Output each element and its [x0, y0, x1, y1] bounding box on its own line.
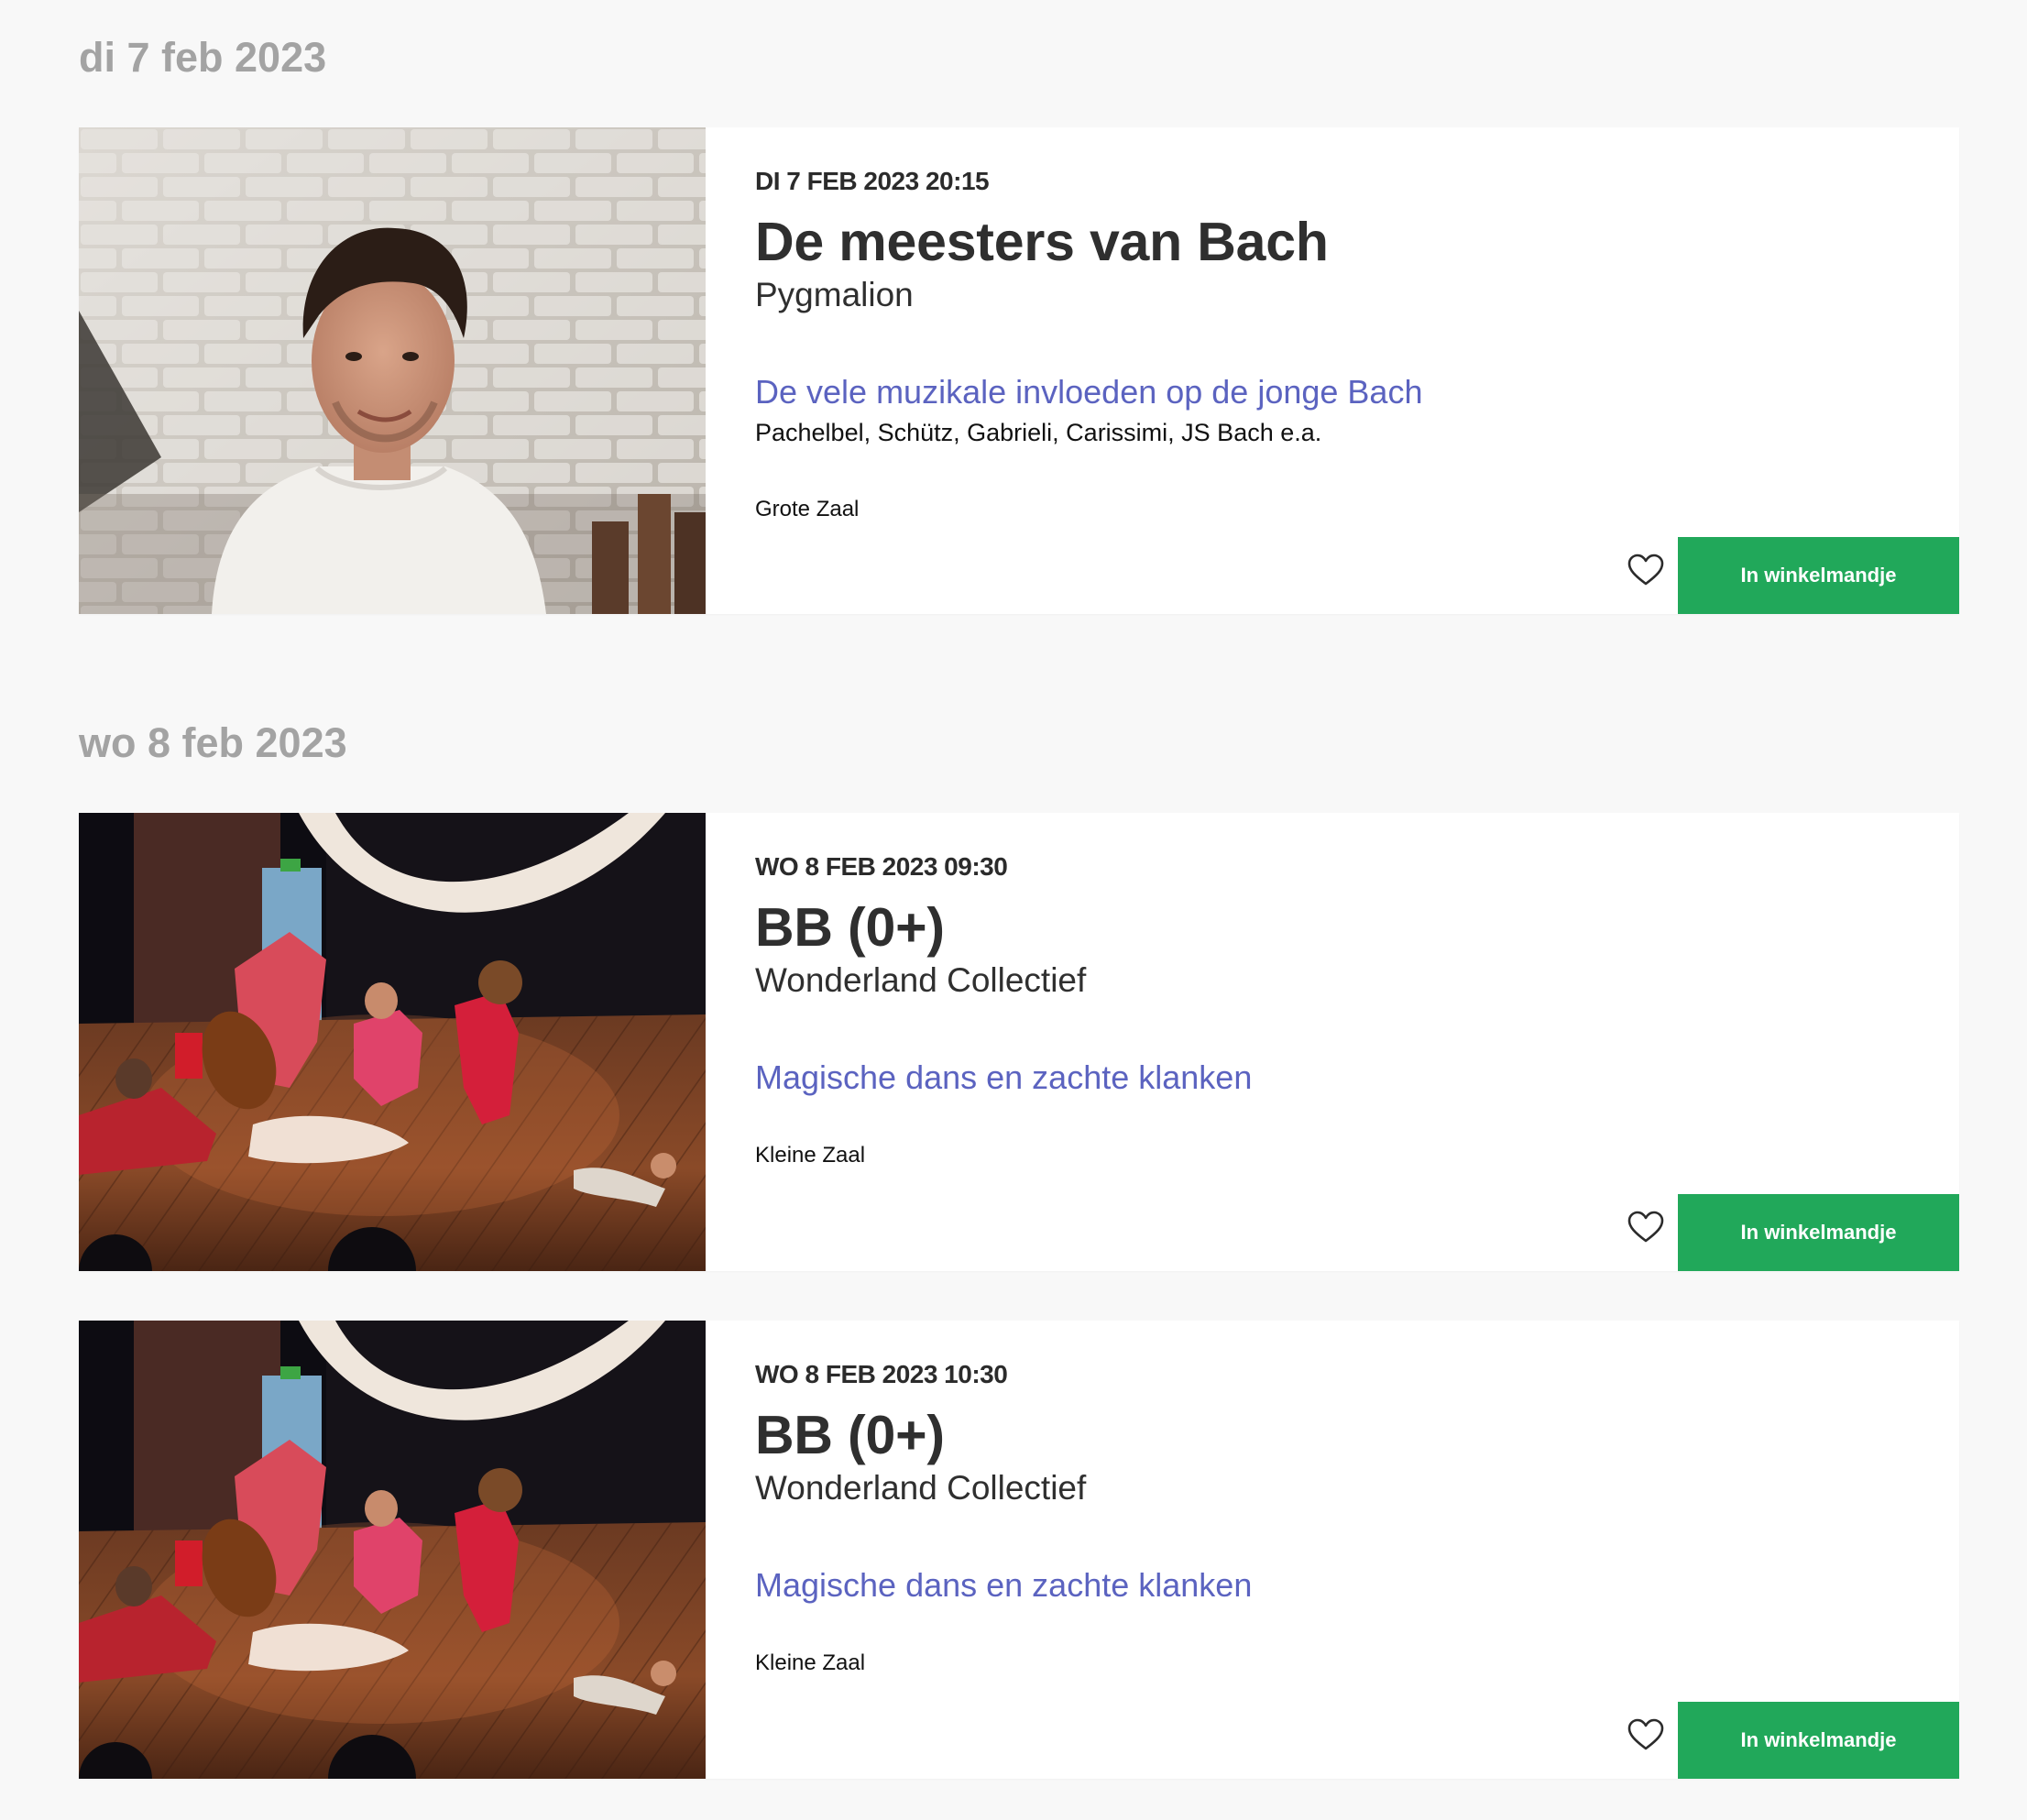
event-tagline[interactable]: Magische dans en zachte klanken [755, 1566, 1252, 1605]
heart-outline-icon [1627, 1718, 1664, 1750]
event-title[interactable]: De meesters van Bach [755, 211, 1329, 273]
event-performer: Pygmalion [755, 276, 914, 313]
event-datetime: DI 7 FEB 2023 20:15 [755, 167, 990, 195]
stage-performance-photo [79, 1321, 706, 1779]
add-to-cart-button[interactable]: In winkelmandje [1678, 1702, 1959, 1779]
heart-outline-icon [1627, 554, 1664, 586]
event-photo[interactable] [79, 813, 706, 1271]
add-to-cart-button[interactable]: In winkelmandje [1678, 1194, 1959, 1271]
favorite-button[interactable] [1626, 1207, 1666, 1247]
event-photo[interactable] [79, 127, 706, 614]
event-info: WO 8 FEB 2023 09:30 BB (0+) Wonderland C… [755, 813, 1959, 1271]
event-info: DI 7 FEB 2023 20:15 De meesters van Bach… [755, 127, 1959, 614]
event-card[interactable]: WO 8 FEB 2023 10:30 BB (0+) Wonderland C… [79, 1321, 1959, 1779]
day-heading: wo 8 feb 2023 [79, 719, 347, 766]
event-performer: Wonderland Collectief [755, 961, 1087, 999]
event-photo[interactable] [79, 1321, 706, 1779]
event-title[interactable]: BB (0+) [755, 1404, 945, 1466]
event-datetime: WO 8 FEB 2023 09:30 [755, 852, 1008, 881]
add-to-cart-button[interactable]: In winkelmandje [1678, 537, 1959, 614]
favorite-button[interactable] [1626, 1715, 1666, 1755]
event-performer: Wonderland Collectief [755, 1469, 1087, 1507]
event-datetime: WO 8 FEB 2023 10:30 [755, 1360, 1008, 1388]
event-venue: Kleine Zaal [755, 1143, 866, 1168]
event-title[interactable]: BB (0+) [755, 896, 945, 959]
event-composers: Pachelbel, Schütz, Gabrieli, Carissimi, … [755, 419, 1322, 446]
event-card[interactable]: WO 8 FEB 2023 09:30 BB (0+) Wonderland C… [79, 813, 1959, 1271]
event-card[interactable]: DI 7 FEB 2023 20:15 De meesters van Bach… [79, 127, 1959, 614]
heart-outline-icon [1627, 1211, 1664, 1243]
event-venue: Grote Zaal [755, 497, 860, 521]
favorite-button[interactable] [1626, 550, 1666, 590]
event-info: WO 8 FEB 2023 10:30 BB (0+) Wonderland C… [755, 1321, 1959, 1779]
event-tagline[interactable]: De vele muzikale invloeden op de jonge B… [755, 373, 1422, 411]
event-venue: Kleine Zaal [755, 1650, 866, 1675]
event-tagline[interactable]: Magische dans en zachte klanken [755, 1058, 1252, 1097]
stage-performance-photo [79, 813, 706, 1271]
portrait-photo [79, 127, 706, 614]
day-heading: di 7 feb 2023 [79, 34, 327, 81]
